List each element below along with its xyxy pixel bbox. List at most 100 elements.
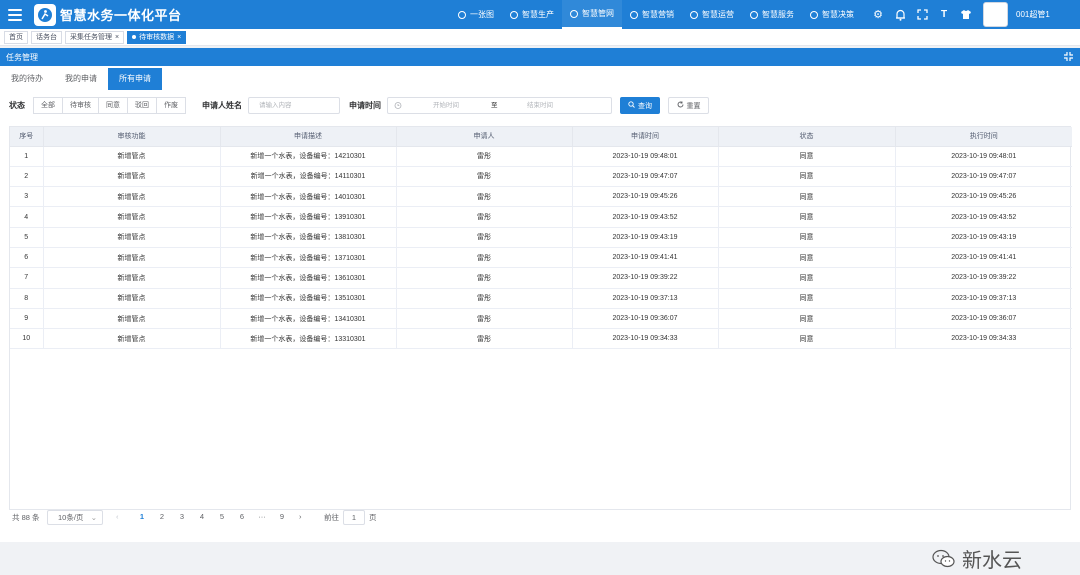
table-row[interactable]: 9 新增管点 新增一个水表，设备编号：13410301 雷彤 2023-10-19 09… — [10, 308, 1072, 330]
table-header-row: 序号 审核功能 申请描述 申请人 申请时间 状态 执行时间 — [10, 127, 1072, 147]
goto-label: 前往 — [324, 513, 339, 522]
table-row[interactable]: 10 新增管点 新增一个水表，设备编号：13310301 雷彤 2023-10-19 0… — [10, 328, 1072, 350]
font-size-icon[interactable]: T — [938, 9, 950, 21]
table-cell: 2023-10-19 09:37:13 — [572, 288, 719, 309]
close-icon[interactable]: × — [177, 34, 181, 41]
tab-pending-review[interactable]: 待审核数据 × — [127, 30, 187, 44]
nav-item-operation[interactable]: 智慧运营 — [682, 0, 742, 29]
tab-home[interactable]: 首页 — [4, 30, 28, 44]
nav-item-decision[interactable]: 智慧决策 — [802, 0, 862, 29]
table-row[interactable]: 4 新增管点 新增一个水表，设备编号：13910301 雷彤 2023-10-19 09… — [10, 206, 1072, 228]
page-5[interactable]: 5 — [215, 512, 229, 521]
nav-item-marketing[interactable]: 智慧营销 — [622, 0, 682, 29]
table-cell: 新增一个水表，设备编号：13510301 — [220, 288, 397, 309]
network-icon — [570, 9, 578, 18]
status-option-pending[interactable]: 待审核 — [63, 98, 99, 113]
table-cell: 2023-10-19 09:34:33 — [895, 328, 1072, 350]
subtabs: 我的待办 我的申请 所有申请 — [0, 68, 162, 90]
table-cell: 新增一个水表，设备编号：14110301 — [220, 166, 397, 188]
subtab-my-applications[interactable]: 我的申请 — [54, 68, 108, 90]
table-cell: 2023-10-19 09:48:01 — [572, 146, 719, 167]
subtab-all-applications[interactable]: 所有申请 — [108, 68, 162, 90]
table-cell: 7 — [10, 267, 44, 289]
table-cell: 2023-10-19 09:41:41 — [572, 247, 719, 269]
table-cell: 同意 — [718, 227, 896, 248]
nav-item-network[interactable]: 智慧管网 — [562, 0, 622, 29]
table-row[interactable]: 6 新增管点 新增一个水表，设备编号：13710301 雷彤 2023-10-19 09… — [10, 247, 1072, 269]
status-segmented: 全部 待审核 同意 驳回 作废 — [33, 97, 186, 114]
table-cell: 2023-10-19 09:47:07 — [572, 166, 719, 188]
panel-header: 任务管理 — [0, 48, 1080, 66]
status-option-all[interactable]: 全部 — [34, 98, 63, 113]
skin-shirt-icon[interactable] — [960, 9, 972, 21]
table-cell: 2023-10-19 09:48:01 — [895, 146, 1072, 167]
table-cell: 新增管点 — [43, 146, 221, 167]
table-row[interactable]: 8 新增管点 新增一个水表，设备编号：13510301 雷彤 2023-10-19 09… — [10, 288, 1072, 309]
table-row[interactable]: 1 新增管点 新增一个水表，设备编号：14210301 雷彤 2023-10-19 09… — [10, 146, 1072, 167]
page-2[interactable]: 2 — [155, 512, 169, 521]
collapse-panel-icon[interactable] — [1063, 51, 1074, 62]
status-option-approved[interactable]: 同意 — [99, 98, 128, 113]
status-option-rejected[interactable]: 驳回 — [128, 98, 157, 113]
applications-table: 序号 审核功能 申请描述 申请人 申请时间 状态 执行时间 1 新增管点 新增一个水表，设备编号… — [9, 126, 1072, 510]
date-range-picker[interactable]: 开始时间 至 结束时间 — [387, 97, 612, 114]
next-page-button[interactable]: › — [299, 512, 302, 521]
table-cell: 新增管点 — [43, 227, 221, 248]
page-1[interactable]: 1 — [135, 512, 149, 521]
table-cell: 2023-10-19 09:45:26 — [895, 186, 1072, 208]
table-cell: 雷彤 — [396, 288, 573, 309]
subtab-my-todo[interactable]: 我的待办 — [0, 68, 54, 90]
page-ellipsis[interactable]: ··· — [255, 512, 269, 521]
search-icon — [628, 101, 635, 110]
table-cell: 雷彤 — [396, 186, 573, 208]
tab-collection-tasks[interactable]: 采集任务管理 × — [65, 30, 125, 44]
table-cell: 新增管点 — [43, 308, 221, 330]
nav-item-production[interactable]: 智慧生产 — [502, 0, 562, 29]
table-cell: 新增一个水表，设备编号：14210301 — [220, 146, 397, 167]
nav-item-map[interactable]: 一张图 — [450, 0, 502, 29]
table-cell: 新增管点 — [43, 288, 221, 309]
clock-icon — [394, 98, 402, 119]
wechat-icon — [932, 549, 956, 569]
table-row[interactable]: 2 新增管点 新增一个水表，设备编号：14110301 雷彤 2023-10-19 09… — [10, 166, 1072, 188]
page-size-select[interactable]: 10条/页 ⌄ — [47, 510, 103, 525]
tab-call-desk[interactable]: 话务台 — [31, 30, 62, 44]
prev-page-button[interactable]: ‹ — [116, 512, 119, 521]
table-cell: 新增管点 — [43, 166, 221, 188]
settings-gear-icon[interactable]: ⚙ — [872, 9, 884, 21]
fullscreen-icon[interactable] — [916, 8, 928, 21]
page-3[interactable]: 3 — [175, 512, 189, 521]
table-cell: 雷彤 — [396, 328, 573, 350]
table-cell: 新增一个水表，设备编号：13710301 — [220, 247, 397, 269]
status-option-void[interactable]: 作废 — [157, 98, 185, 113]
table-row[interactable]: 3 新增管点 新增一个水表，设备编号：14010301 雷彤 2023-10-19 09… — [10, 186, 1072, 208]
nav-item-service[interactable]: 智慧服务 — [742, 0, 802, 29]
page-4[interactable]: 4 — [195, 512, 209, 521]
table-cell: 2023-10-19 09:43:52 — [895, 206, 1072, 228]
table-cell: 2023-10-19 09:34:33 — [572, 328, 719, 350]
goto-page-input[interactable]: 1 — [343, 510, 365, 525]
app-title: 智慧水务一体化平台 — [60, 8, 182, 23]
column-header: 序号 — [10, 127, 44, 147]
table-row[interactable]: 7 新增管点 新增一个水表，设备编号：13610301 雷彤 2023-10-19 09… — [10, 267, 1072, 289]
table-cell: 雷彤 — [396, 206, 573, 228]
query-button[interactable]: 查询 — [620, 97, 660, 114]
bell-icon[interactable] — [894, 9, 906, 21]
page-6[interactable]: 6 — [235, 512, 249, 521]
operation-icon — [690, 10, 698, 19]
table-cell: 同意 — [718, 206, 896, 228]
user-name[interactable]: 001超管1 — [1016, 9, 1050, 20]
table-cell: 同意 — [718, 267, 896, 289]
active-dot-icon — [132, 35, 137, 39]
close-icon[interactable]: × — [115, 34, 119, 41]
menu-toggle-icon[interactable] — [0, 0, 30, 29]
applicant-input[interactable]: 请输入内容 — [248, 97, 340, 114]
table-row[interactable]: 5 新增管点 新增一个水表，设备编号：13810301 雷彤 2023-10-19 09… — [10, 227, 1072, 248]
reset-button[interactable]: 重置 — [668, 97, 709, 114]
total-count: 共 88 条 — [12, 513, 40, 522]
table-cell: 雷彤 — [396, 146, 573, 167]
panel-title: 任务管理 — [6, 52, 38, 62]
user-avatar[interactable] — [983, 2, 1008, 27]
page-9[interactable]: 9 — [275, 512, 289, 521]
table-cell: 2023-10-19 09:36:07 — [572, 308, 719, 330]
